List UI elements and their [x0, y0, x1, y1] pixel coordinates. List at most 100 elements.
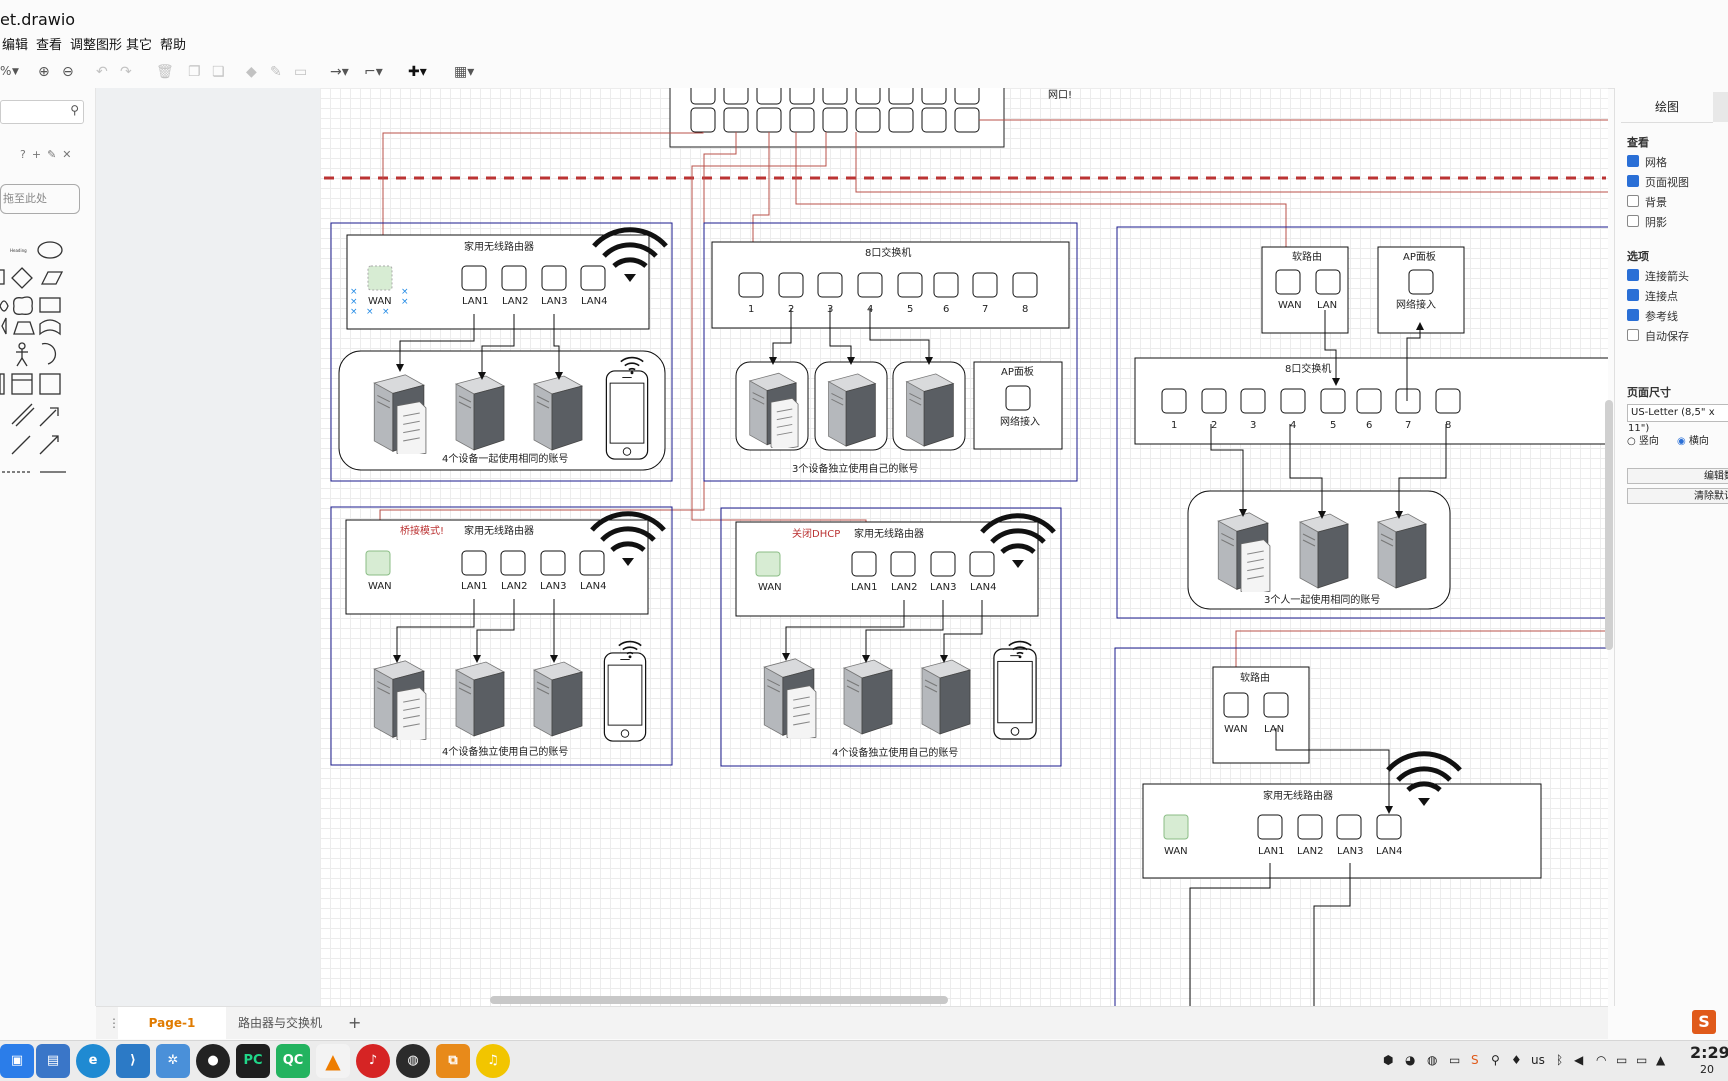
- obs-icon[interactable]: ◍: [396, 1044, 430, 1078]
- close-icon[interactable]: ✕: [62, 148, 71, 161]
- zoom-select[interactable]: %: [0, 64, 11, 78]
- port-label: LAN3: [930, 582, 956, 593]
- scratchpad-drop-area[interactable]: 拖至此处: [0, 184, 80, 214]
- diagram-canvas[interactable]: 网口! × × × × × × × 家用无线路由器 WAN LAN1 LAN2 …: [96, 88, 1608, 1006]
- tab-style[interactable]: [1713, 92, 1728, 122]
- router-box-3: [720, 507, 1062, 767]
- fill-color-icon[interactable]: ◆: [246, 64, 257, 80]
- horizontal-scrollbar[interactable]: [490, 996, 948, 1004]
- delete-icon[interactable]: 🗑: [156, 64, 174, 80]
- autosave-checkbox[interactable]: 自动保存: [1627, 328, 1689, 344]
- svg-text:×: ×: [401, 287, 409, 297]
- tray-pin-icon[interactable]: ⚲: [1491, 1053, 1500, 1067]
- menu-help[interactable]: 帮助: [160, 34, 186, 53]
- dhcp-off-note: 关闭DHCP: [792, 527, 840, 540]
- menu-extras[interactable]: 其它: [126, 34, 152, 53]
- table-icon[interactable]: ▦▾: [454, 64, 474, 80]
- port-label: 1: [1171, 420, 1177, 431]
- router-4-title: 家用无线路由器: [1263, 789, 1333, 802]
- redo-icon[interactable]: ↷: [120, 64, 132, 80]
- shape-palette[interactable]: Heading: [0, 234, 95, 474]
- files-icon[interactable]: ▤: [36, 1044, 70, 1078]
- vlc-icon[interactable]: ▲: [316, 1044, 350, 1078]
- grid-checkbox[interactable]: 网格: [1627, 154, 1667, 170]
- svg-text:×: ×: [350, 287, 358, 297]
- menu-arrange[interactable]: 调整图形: [70, 34, 122, 53]
- port-label: 3: [827, 304, 833, 315]
- vertical-scrollbar[interactable]: [1605, 400, 1613, 650]
- shadow-icon[interactable]: ▭: [294, 64, 307, 80]
- bluetooth-icon[interactable]: ᛒ: [1556, 1053, 1563, 1067]
- portrait-radio[interactable]: ○ 竖向: [1627, 432, 1659, 447]
- line-color-icon[interactable]: ✎: [270, 64, 282, 80]
- shape-search-input[interactable]: ⚲: [0, 100, 84, 124]
- tray-app-icon[interactable]: ⬢: [1383, 1053, 1393, 1067]
- add-page-icon[interactable]: +: [336, 1007, 373, 1039]
- help-icon[interactable]: ?: [20, 148, 26, 161]
- landscape-radio[interactable]: ◉ 横向: [1677, 432, 1709, 447]
- wifi-icon[interactable]: ◠: [1596, 1053, 1606, 1067]
- window-icon[interactable]: ▭: [1616, 1053, 1627, 1067]
- format-panel: 绘图 查看 网格 页面视图 背景 阴影 选项 连接箭头 连接点 参考线 自动保存…: [1614, 88, 1728, 1006]
- chevron-down-icon[interactable]: ▼: [12, 67, 19, 77]
- svg-text:×: ×: [401, 297, 409, 307]
- edit-icon[interactable]: ✎: [47, 148, 56, 161]
- network-diagram[interactable]: 网口! ×××××× × 家用无线路由器 WAN LAN1 LAN2 LAN3 …: [96, 88, 1608, 1006]
- tray-expand-icon[interactable]: ▲: [1656, 1053, 1665, 1067]
- menu-edit[interactable]: 编辑: [2, 34, 28, 53]
- sogou-ime-icon[interactable]: S: [1692, 1010, 1716, 1034]
- page-tabs: ⋮ Page-1 路由器与交换机 +: [96, 1006, 1608, 1039]
- keyboard-layout[interactable]: us: [1531, 1053, 1545, 1067]
- port-label: 2: [1211, 420, 1217, 431]
- page-size-select[interactable]: US-Letter (8,5" x 11"): [1627, 404, 1728, 434]
- tab-router-switch[interactable]: 路由器与交换机: [226, 1007, 334, 1039]
- clear-default-style-button[interactable]: 清除默认: [1627, 488, 1728, 504]
- edge-icon[interactable]: e: [76, 1044, 110, 1078]
- tray-obs-icon[interactable]: ◍: [1427, 1053, 1437, 1067]
- netease-music-icon[interactable]: ♪: [356, 1044, 390, 1078]
- switch-2-title: 8口交换机: [1285, 362, 1331, 375]
- drawio-icon[interactable]: ⧉: [436, 1044, 470, 1078]
- port-label: LAN3: [540, 581, 566, 592]
- qc-icon[interactable]: QC: [276, 1044, 310, 1078]
- connection-arrows-checkbox[interactable]: 连接箭头: [1627, 268, 1689, 284]
- port-label: LAN4: [581, 296, 607, 307]
- background-checkbox[interactable]: 背景: [1627, 194, 1667, 210]
- volume-icon[interactable]: ◀: [1574, 1053, 1583, 1067]
- connection-points-checkbox[interactable]: 连接点: [1627, 288, 1678, 304]
- tab-page-1[interactable]: Page-1: [118, 1007, 226, 1039]
- gear-app-icon[interactable]: ✲: [156, 1044, 190, 1078]
- title-bar: et.drawio: [0, 0, 1728, 34]
- shadow-checkbox[interactable]: 阴影: [1627, 214, 1667, 230]
- tray-sogou-icon[interactable]: S: [1471, 1053, 1479, 1067]
- menu-view[interactable]: 查看: [36, 34, 62, 53]
- to-front-icon[interactable]: ❐: [188, 64, 201, 80]
- tab-diagram[interactable]: 绘图: [1621, 92, 1713, 123]
- undo-icon[interactable]: ↶: [96, 64, 108, 80]
- switch-box-1: [703, 222, 1078, 482]
- tray-wechat-icon[interactable]: ◕: [1405, 1053, 1415, 1067]
- port-label: 8: [1022, 304, 1028, 315]
- page-view-checkbox[interactable]: 页面视图: [1627, 174, 1689, 190]
- add-icon[interactable]: +: [32, 148, 41, 161]
- to-back-icon[interactable]: ❏: [212, 64, 225, 80]
- zoom-in-icon[interactable]: ⊕: [38, 64, 50, 80]
- store-icon[interactable]: ▣: [0, 1044, 34, 1078]
- zoom-out-icon[interactable]: ⊖: [62, 64, 74, 80]
- tray-clipboard-icon[interactable]: ▭: [1449, 1053, 1460, 1067]
- edit-data-button[interactable]: 编辑数: [1627, 468, 1728, 484]
- guides-checkbox[interactable]: 参考线: [1627, 308, 1678, 324]
- soft-router-2-lan: LAN: [1264, 724, 1284, 735]
- vscode-icon[interactable]: ⟩: [116, 1044, 150, 1078]
- battery-icon[interactable]: ▭: [1636, 1053, 1647, 1067]
- soft-router-box-2: [1114, 647, 1608, 1006]
- pycharm-icon[interactable]: PC: [236, 1044, 270, 1078]
- connection-icon[interactable]: →▾: [330, 64, 349, 80]
- music-icon[interactable]: ♫: [476, 1044, 510, 1078]
- port-label: LAN2: [891, 582, 917, 593]
- clock-date: 20: [1700, 1063, 1714, 1076]
- qq-icon[interactable]: ●: [196, 1044, 230, 1078]
- insert-icon[interactable]: ✚▾: [408, 64, 427, 80]
- waypoints-icon[interactable]: ⌐▾: [364, 64, 383, 80]
- tray-bulb-icon[interactable]: ♦: [1511, 1053, 1522, 1067]
